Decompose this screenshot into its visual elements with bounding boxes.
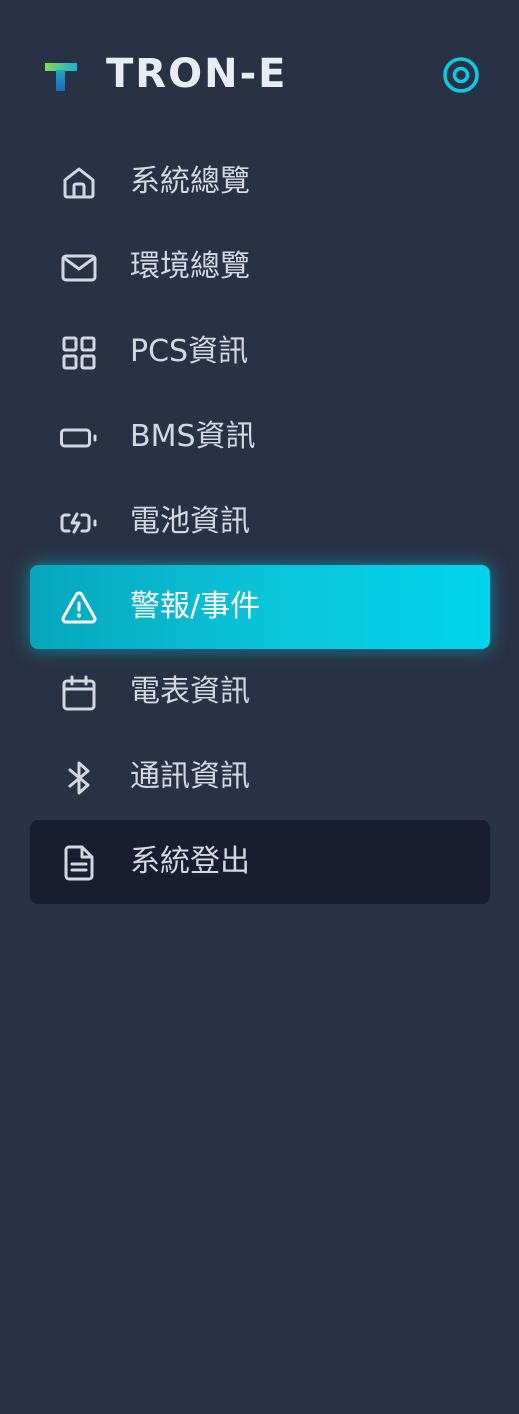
nav-item-label: BMS資訊 xyxy=(130,419,256,454)
nav-item-alarms-events[interactable]: 警報/事件 xyxy=(30,565,490,649)
nav-item-bms-info[interactable]: BMS資訊 xyxy=(30,395,490,479)
nav-item-system-overview[interactable]: 系統總覽 xyxy=(30,140,490,224)
alert-triangle-icon xyxy=(60,589,98,627)
nav-item-logout[interactable]: 系統登出 xyxy=(30,820,490,904)
sidebar: TRON-E 系統總覽 環境總覽 PCS資訊 BMS資訊 電池資訊 警報/事件 … xyxy=(0,0,519,1414)
nav-item-label: 警報/事件 xyxy=(130,589,261,624)
target-icon[interactable] xyxy=(439,53,483,97)
bluetooth-icon xyxy=(60,759,98,797)
nav-item-label: 電表資訊 xyxy=(130,674,250,709)
brand-title: TRON-E xyxy=(106,51,288,97)
tron-e-logo xyxy=(45,63,77,91)
nav-item-label: 環境總覽 xyxy=(130,249,250,284)
nav-item-label: PCS資訊 xyxy=(130,334,249,369)
nav-item-pcs-info[interactable]: PCS資訊 xyxy=(30,310,490,394)
nav-item-battery-info[interactable]: 電池資訊 xyxy=(30,480,490,564)
nav-item-meter-info[interactable]: 電表資訊 xyxy=(30,650,490,734)
nav-item-label: 系統登出 xyxy=(130,844,250,879)
battery-charging-icon xyxy=(60,504,98,542)
calendar-icon xyxy=(60,674,98,712)
mail-icon xyxy=(60,249,98,287)
home-icon xyxy=(60,164,98,202)
nav-item-label: 系統總覽 xyxy=(130,164,250,199)
nav-item-communication-info[interactable]: 通訊資訊 xyxy=(30,735,490,819)
sidebar-header: TRON-E xyxy=(0,34,519,114)
sidebar-nav: 系統總覽 環境總覽 PCS資訊 BMS資訊 電池資訊 警報/事件 電表資訊 通訊… xyxy=(30,140,490,905)
nav-item-environment-overview[interactable]: 環境總覽 xyxy=(30,225,490,309)
file-text-icon xyxy=(60,844,98,882)
battery-icon xyxy=(60,419,98,457)
nav-item-label: 電池資訊 xyxy=(130,504,250,539)
nav-item-label: 通訊資訊 xyxy=(130,759,250,794)
grid-icon xyxy=(60,334,98,372)
